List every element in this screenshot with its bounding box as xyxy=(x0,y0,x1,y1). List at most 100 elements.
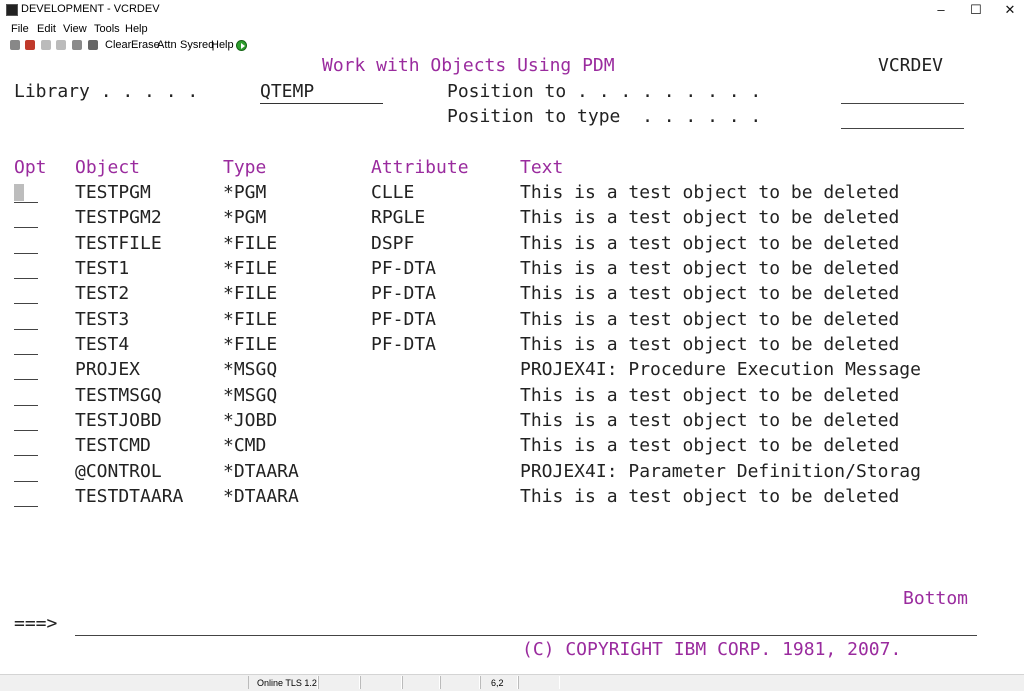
object-text: This is a test object to be deleted xyxy=(520,334,900,355)
screen-title: Work with Objects Using PDM xyxy=(322,55,615,76)
option-input[interactable] xyxy=(14,283,38,304)
object-attribute: DSPF xyxy=(371,233,415,254)
system-name: VCRDEV xyxy=(878,55,944,76)
disconnect-icon[interactable] xyxy=(25,40,35,50)
window-title: DEVELOPMENT - VCRDEV xyxy=(21,3,160,15)
object-text: This is a test object to be deleted xyxy=(520,283,900,304)
object-type: *FILE xyxy=(223,309,278,330)
object-name: TESTPGM2 xyxy=(75,207,162,228)
option-input[interactable] xyxy=(14,486,38,507)
object-text: This is a test object to be deleted xyxy=(520,309,900,330)
option-input[interactable] xyxy=(14,385,38,406)
terminal-app-icon xyxy=(6,4,18,16)
option-input[interactable] xyxy=(14,359,38,380)
option-input[interactable] xyxy=(14,410,38,431)
position-to-type-input[interactable] xyxy=(841,108,964,129)
object-text: This is a test object to be deleted xyxy=(520,410,900,431)
object-type: *JOBD xyxy=(223,410,278,431)
paste-icon[interactable] xyxy=(56,40,66,50)
menu-edit[interactable]: Edit xyxy=(37,23,56,35)
position-to-type-label: Position to type . . . . . . xyxy=(447,106,762,127)
attn-button[interactable]: Attn xyxy=(157,39,177,51)
object-type: *FILE xyxy=(223,233,278,254)
object-type: *FILE xyxy=(223,258,278,279)
header-text: Text xyxy=(520,157,564,178)
status-bar: Online TLS 1.2 6,2 xyxy=(0,674,1024,691)
object-attribute: PF-DTA xyxy=(371,309,437,330)
object-name: TEST2 xyxy=(75,283,130,304)
object-type: *MSGQ xyxy=(223,385,278,406)
title-bar: DEVELOPMENT - VCRDEV – ☐ ✕ xyxy=(0,0,1024,21)
object-text: This is a test object to be deleted xyxy=(520,486,900,507)
sysreq-button[interactable]: Sysreq xyxy=(180,39,214,51)
cursor-position: 6,2 xyxy=(491,678,504,688)
option-input[interactable] xyxy=(14,461,38,482)
menu-bar: File Edit View Tools Help xyxy=(0,22,1024,38)
object-type: *FILE xyxy=(223,334,278,355)
object-name: PROJEX xyxy=(75,359,141,380)
header-object: Object xyxy=(75,157,141,178)
maximize-button[interactable]: ☐ xyxy=(959,1,993,19)
object-name: TESTPGM xyxy=(75,182,151,203)
status-connection-cell: Online TLS 1.2 xyxy=(248,676,318,689)
object-name: TESTJOBD xyxy=(75,410,162,431)
object-name: TEST3 xyxy=(75,309,130,330)
connection-status: Online TLS 1.2 xyxy=(257,678,317,688)
status-cell xyxy=(360,676,402,689)
library-input[interactable]: QTEMP xyxy=(260,81,383,104)
bottom-indicator: Bottom xyxy=(903,588,969,609)
position-to-label: Position to . . . . . . . . . xyxy=(447,81,762,102)
header-opt: Opt xyxy=(14,157,47,178)
menu-file[interactable]: File xyxy=(11,23,29,35)
object-type: *CMD xyxy=(223,435,267,456)
menu-help[interactable]: Help xyxy=(125,23,148,35)
object-text: This is a test object to be deleted xyxy=(520,435,900,456)
position-to-input[interactable] xyxy=(841,83,964,104)
menu-tools[interactable]: Tools xyxy=(94,23,120,35)
object-attribute: RPGLE xyxy=(371,207,426,228)
option-input[interactable] xyxy=(14,435,38,456)
header-attribute: Attribute xyxy=(371,157,469,178)
status-cell xyxy=(440,676,480,689)
copyright-text: (C) COPYRIGHT IBM CORP. 1981, 2007. xyxy=(522,639,902,660)
command-line-input[interactable] xyxy=(75,615,977,636)
object-attribute: PF-DTA xyxy=(371,334,437,355)
library-label: Library . . . . . xyxy=(14,81,199,102)
option-input[interactable] xyxy=(14,258,38,279)
object-type: *DTAARA xyxy=(223,486,299,507)
option-input[interactable] xyxy=(14,233,38,254)
play-icon[interactable] xyxy=(236,40,247,51)
option-input[interactable] xyxy=(14,334,38,355)
clear-button[interactable]: Clear xyxy=(105,39,131,51)
status-cell xyxy=(518,676,560,689)
object-text: This is a test object to be deleted xyxy=(520,258,900,279)
object-text: This is a test object to be deleted xyxy=(520,182,900,203)
close-button[interactable]: ✕ xyxy=(993,1,1024,19)
command-prompt: ===> xyxy=(14,613,58,634)
object-name: TESTFILE xyxy=(75,233,162,254)
option-input[interactable] xyxy=(14,182,38,203)
object-type: *DTAARA xyxy=(223,461,299,482)
option-input[interactable] xyxy=(14,309,38,330)
help-button[interactable]: Help xyxy=(211,39,234,51)
object-type: *PGM xyxy=(223,207,267,228)
settings-icon[interactable] xyxy=(88,40,98,50)
cursor xyxy=(14,184,24,201)
terminal-screen[interactable]: Work with Objects Using PDM VCRDEV Libra… xyxy=(0,54,1024,674)
print-icon[interactable] xyxy=(72,40,82,50)
header-type: Type xyxy=(223,157,267,178)
object-name: @CONTROL xyxy=(75,461,162,482)
copy-icon[interactable] xyxy=(41,40,51,50)
object-attribute: PF-DTA xyxy=(371,258,437,279)
object-name: TESTCMD xyxy=(75,435,151,456)
new-session-icon[interactable] xyxy=(10,40,20,50)
object-attribute: PF-DTA xyxy=(371,283,437,304)
object-text: This is a test object to be deleted xyxy=(520,385,900,406)
menu-view[interactable]: View xyxy=(63,23,87,35)
minimize-button[interactable]: – xyxy=(924,1,958,19)
object-name: TESTMSGQ xyxy=(75,385,162,406)
option-input[interactable] xyxy=(14,207,38,228)
object-text: PROJEX4I: Procedure Execution Message xyxy=(520,359,921,380)
object-attribute: CLLE xyxy=(371,182,415,203)
erase-button[interactable]: Erase xyxy=(131,39,160,51)
